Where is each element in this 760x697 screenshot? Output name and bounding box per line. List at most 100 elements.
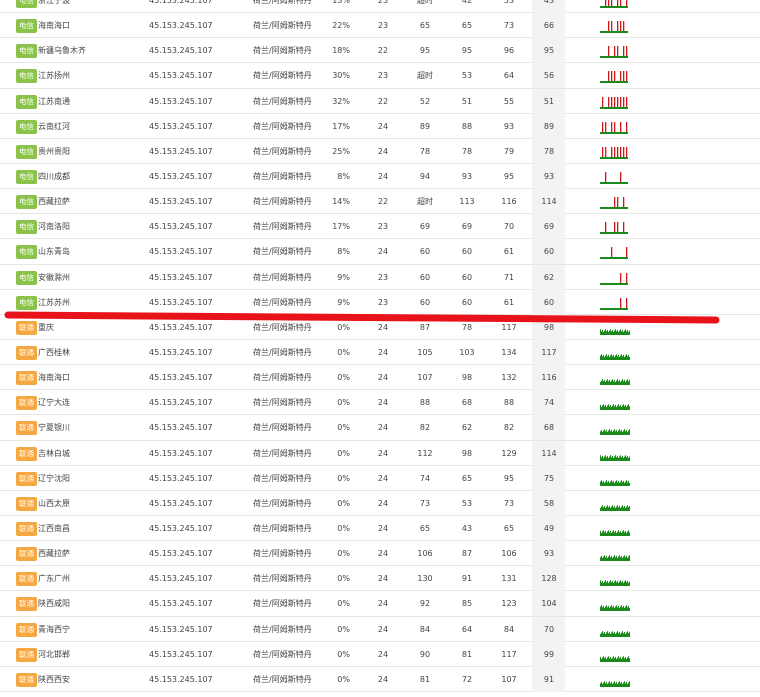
latency-bar	[621, 532, 622, 536]
latency-bar	[613, 606, 614, 612]
loss-rate: 18%	[332, 46, 350, 56]
latency-bar	[625, 530, 626, 536]
latency-bar	[610, 329, 611, 335]
isp-badge: 电信	[16, 195, 37, 210]
latency-bar	[626, 407, 627, 411]
avg-latency: 95	[543, 46, 555, 56]
node-city: 江苏南通	[38, 96, 70, 106]
latency-bar	[626, 430, 627, 436]
isp-badge: 电信	[16, 220, 37, 235]
min-latency: 72	[461, 674, 473, 684]
latency-bar	[620, 656, 621, 662]
loss-spike	[605, 0, 607, 6]
latency-bar	[600, 606, 601, 612]
latency-bar	[606, 354, 607, 360]
latency-bar	[624, 356, 625, 360]
min-latency: 98	[461, 448, 473, 458]
min-latency: 98	[461, 373, 473, 383]
avg-latency: 68	[543, 423, 555, 433]
isp-badge: 联通	[16, 471, 37, 486]
latency-bar	[607, 432, 608, 436]
latency-bar	[615, 557, 616, 562]
loss-spike	[617, 222, 619, 233]
latency-bar	[600, 656, 601, 662]
loss-spike	[605, 222, 607, 233]
latency-bar	[615, 382, 616, 386]
loss-rate: 17%	[332, 121, 350, 131]
ip-location: 荷兰/阿姆斯特丹	[253, 448, 312, 458]
latency-bar	[616, 658, 617, 662]
latency-bar	[608, 354, 609, 360]
max-latency: 73	[503, 498, 515, 508]
latency-bar	[619, 532, 620, 536]
latency-sparkline	[600, 21, 628, 34]
latency-bar	[602, 683, 603, 687]
avg-latency: 104	[541, 599, 557, 609]
loss-spike	[626, 247, 628, 258]
node-city: 吉林白城	[38, 448, 70, 458]
latest-latency: 107	[417, 373, 433, 383]
latency-bar	[626, 681, 627, 687]
latency-bar	[611, 582, 612, 587]
latency-bar	[603, 682, 604, 687]
avg-latency: 60	[543, 247, 555, 257]
latency-bar	[610, 606, 611, 612]
latency-sparkline	[600, 121, 628, 134]
latency-bar	[602, 531, 603, 536]
latency-bar	[606, 331, 607, 335]
sparkline-baseline	[600, 6, 628, 8]
loss-spike	[620, 0, 622, 6]
latency-bar	[604, 330, 605, 335]
node-city: 广东广州	[38, 574, 70, 584]
min-latency: 51	[461, 96, 473, 106]
latency-bar	[601, 407, 602, 411]
avg-latency: 62	[543, 272, 555, 282]
latency-bar	[614, 429, 615, 436]
latency-bar	[616, 506, 617, 511]
latency-bar	[605, 557, 606, 562]
max-latency: 70	[503, 222, 515, 232]
latency-bar	[608, 556, 609, 562]
latest-latency: 60	[419, 247, 431, 257]
latency-bar	[621, 430, 622, 436]
latency-bar	[607, 531, 608, 536]
latency-bar	[620, 454, 621, 461]
target-ip: 45.153.245.107	[149, 574, 213, 584]
latency-bar	[624, 406, 625, 411]
isp-badge: 联通	[16, 396, 37, 411]
latency-bar	[618, 507, 619, 511]
ip-location: 荷兰/阿姆斯特丹	[253, 599, 312, 609]
latency-bar	[622, 329, 623, 335]
latest-latency: 84	[419, 624, 431, 634]
latency-bar	[610, 454, 611, 461]
sent-count: 24	[377, 398, 389, 408]
loss-rate: 8%	[337, 247, 350, 257]
min-latency: 65	[461, 473, 473, 483]
sent-count: 23	[377, 0, 389, 5]
node-city: 安徽滁州	[38, 272, 70, 282]
table-row: 电信 浙江宁波 45.153.245.107 荷兰/阿姆斯特丹 13% 23 超时 42 53 4…	[0, 0, 760, 14]
latency-bar	[621, 354, 622, 360]
sent-count: 24	[377, 674, 389, 684]
latency-bar	[628, 632, 629, 637]
latency-bar	[618, 480, 619, 486]
latency-bar	[611, 605, 612, 612]
latency-bar	[607, 683, 608, 687]
latency-bar	[613, 583, 614, 587]
node-city: 河北邯郸	[38, 649, 70, 659]
latency-bar	[617, 329, 618, 335]
latency-bar	[600, 355, 601, 360]
latency-bar	[600, 580, 601, 587]
latency-bar	[600, 454, 601, 461]
latency-bar	[628, 530, 629, 536]
table-row: 联通 河北邯郸 45.153.245.107 荷兰/阿姆斯特丹 0% 24 90 81 117 9…	[0, 641, 760, 667]
latency-bar	[614, 581, 615, 587]
latency-bar	[623, 404, 624, 411]
sent-count: 24	[377, 373, 389, 383]
latency-bar	[602, 481, 603, 486]
node-city: 云南红河	[38, 121, 70, 131]
latency-bar	[613, 354, 614, 360]
latency-bar	[625, 507, 626, 511]
latency-bar	[614, 356, 615, 360]
node-city: 重庆	[38, 322, 54, 332]
